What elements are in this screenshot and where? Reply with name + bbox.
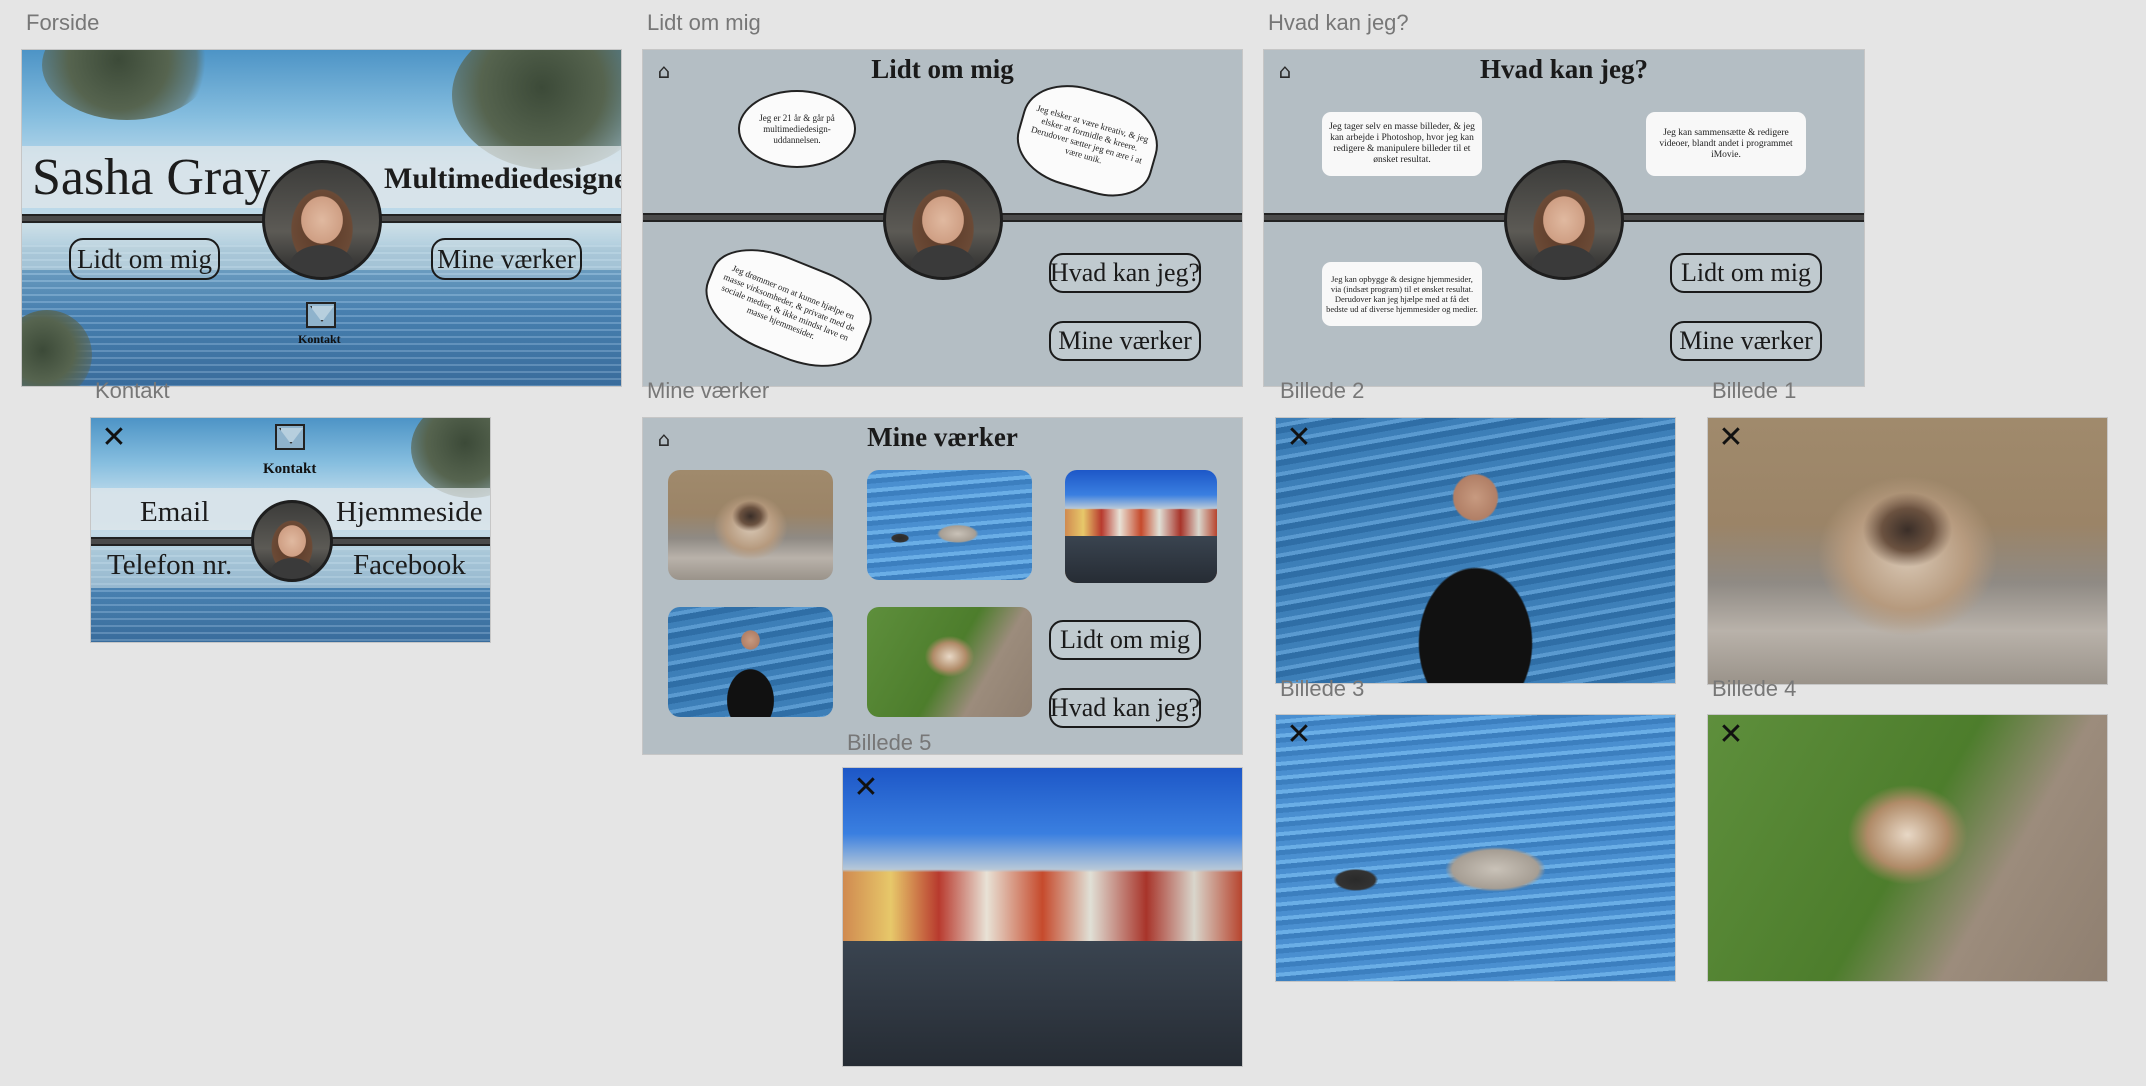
close-icon[interactable]: ✕ bbox=[1717, 720, 1745, 750]
close-icon[interactable]: ✕ bbox=[1285, 720, 1313, 750]
artboard-billede-3[interactable]: ✕ bbox=[1275, 714, 1676, 982]
contact-heading: Kontakt bbox=[263, 461, 317, 477]
artboard-mine-vaerker[interactable]: ⌂ Mine værker Lidt om mig Hvad kan jeg? bbox=[642, 417, 1243, 755]
nav-button-lidt-om-mig[interactable]: Lidt om mig bbox=[1670, 253, 1822, 293]
profession-heading: Multimediedesigner bbox=[384, 162, 622, 195]
page-title: Hvad kan jeg? bbox=[1479, 54, 1649, 84]
speech-bubble-dream: Jeg drømmer om at kunne hjælpe en masse … bbox=[691, 232, 883, 384]
profile-portrait bbox=[883, 160, 1003, 280]
speech-bubble-age: Jeg er 21 år & går på multimediedesign-u… bbox=[738, 90, 856, 168]
artboard-label-kontakt[interactable]: Kontakt bbox=[95, 378, 170, 404]
gallery-thumb-billede-5[interactable] bbox=[1065, 470, 1217, 583]
nav-button-lidt-om-mig[interactable]: Lidt om mig bbox=[69, 238, 220, 280]
contact-phone[interactable]: Telefon nr. bbox=[107, 549, 232, 582]
close-icon[interactable]: ✕ bbox=[1285, 423, 1313, 453]
speech-bubble-creative: Jeg elsker at være kreativ, & jeg elsker… bbox=[1006, 72, 1170, 208]
skill-box-video: Jeg kan sammensætte & redigere videoer, … bbox=[1646, 112, 1806, 176]
contact-email[interactable]: Email bbox=[140, 496, 209, 529]
artboard-kontakt[interactable]: ✕ Kontakt Email Hjemmeside Telefon nr. F… bbox=[90, 417, 491, 643]
artboard-billede-5[interactable]: ✕ bbox=[842, 767, 1243, 1067]
profile-portrait bbox=[262, 160, 382, 280]
gallery-thumb-billede-3[interactable] bbox=[867, 470, 1032, 580]
page-title: Mine værker bbox=[867, 422, 1018, 452]
contact-website[interactable]: Hjemmeside bbox=[336, 496, 483, 529]
mail-icon[interactable] bbox=[275, 424, 305, 450]
skill-box-websites: Jeg kan opbygge & designe hjemmesider, v… bbox=[1322, 262, 1482, 326]
artboard-lidt-om-mig[interactable]: ⌂ Lidt om mig Jeg er 21 år & går på mult… bbox=[642, 49, 1243, 387]
nav-button-lidt-om-mig[interactable]: Lidt om mig bbox=[1049, 620, 1201, 660]
artboard-billede-2[interactable]: ✕ bbox=[1275, 417, 1676, 684]
artboard-label-forside[interactable]: Forside bbox=[26, 10, 99, 36]
gallery-thumb-billede-1[interactable] bbox=[668, 470, 833, 580]
mail-icon[interactable] bbox=[306, 302, 336, 328]
artboard-label-billede-5[interactable]: Billede 5 bbox=[847, 730, 931, 756]
nav-button-mine-vaerker[interactable]: Mine værker bbox=[1049, 321, 1201, 361]
close-icon[interactable]: ✕ bbox=[1717, 423, 1745, 453]
nav-button-hvad-kan-jeg[interactable]: Hvad kan jeg? bbox=[1049, 688, 1201, 728]
nav-button-hvad-kan-jeg[interactable]: Hvad kan jeg? bbox=[1049, 253, 1201, 293]
artboard-hvad-kan-jeg[interactable]: ⌂ Hvad kan jeg? Jeg tager selv en masse … bbox=[1263, 49, 1865, 387]
profile-portrait bbox=[251, 500, 333, 582]
site-owner-name: Sasha Gray bbox=[32, 149, 271, 206]
contact-facebook[interactable]: Facebook bbox=[353, 549, 466, 582]
profile-portrait bbox=[1504, 160, 1624, 280]
close-icon[interactable]: ✕ bbox=[100, 423, 128, 453]
artboard-label-hvad-kan-jeg[interactable]: Hvad kan jeg? bbox=[1268, 10, 1409, 36]
close-icon[interactable]: ✕ bbox=[852, 773, 880, 803]
artboard-billede-1[interactable]: ✕ bbox=[1707, 417, 2108, 685]
artboard-billede-4[interactable]: ✕ bbox=[1707, 714, 2108, 982]
contact-link[interactable]: Kontakt bbox=[298, 332, 341, 347]
artboard-label-billede-4[interactable]: Billede 4 bbox=[1712, 676, 1796, 702]
artboard-forside[interactable]: Sasha Gray Multimediedesigner Lidt om mi… bbox=[21, 49, 622, 387]
artboard-label-lidt-om-mig[interactable]: Lidt om mig bbox=[647, 10, 761, 36]
skill-box-photoshop: Jeg tager selv en masse billeder, & jeg … bbox=[1322, 112, 1482, 176]
artboard-label-billede-2[interactable]: Billede 2 bbox=[1280, 378, 1364, 404]
nav-button-mine-vaerker[interactable]: Mine værker bbox=[431, 238, 582, 280]
page-title: Lidt om mig bbox=[871, 54, 1014, 84]
artboard-label-billede-1[interactable]: Billede 1 bbox=[1712, 378, 1796, 404]
gallery-thumb-billede-2[interactable] bbox=[668, 607, 833, 717]
nav-button-mine-vaerker[interactable]: Mine værker bbox=[1670, 321, 1822, 361]
artboard-label-billede-3[interactable]: Billede 3 bbox=[1280, 676, 1364, 702]
gallery-thumb-billede-4[interactable] bbox=[867, 607, 1032, 717]
artboard-label-mine-vaerker[interactable]: Mine værker bbox=[647, 378, 769, 404]
